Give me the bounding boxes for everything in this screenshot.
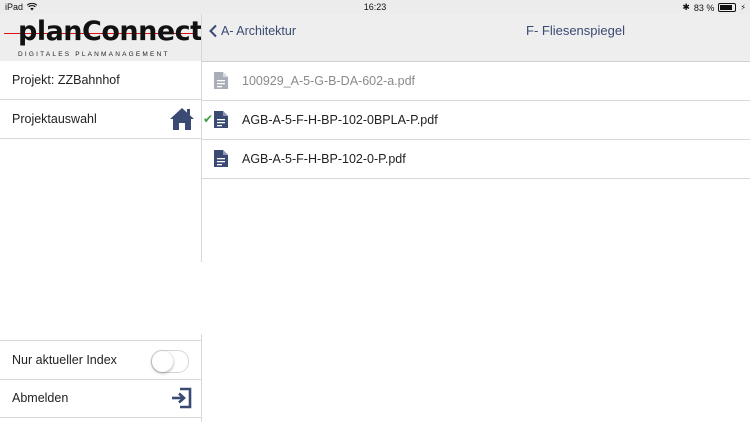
document-icon xyxy=(214,150,228,170)
project-row: Projekt: ZZBahnhof xyxy=(0,61,201,100)
current-index-label: Nur aktueller Index xyxy=(12,353,117,367)
file-row[interactable]: AGB-A-5-F-H-BP-102-0-P.pdf xyxy=(202,140,750,179)
file-row[interactable]: 100929_A-5-G-B-DA-602-a.pdf xyxy=(202,62,750,101)
file-row[interactable]: ✔ AGB-A-5-F-H-BP-102-0BPLA-P.pdf xyxy=(202,101,750,140)
clock: 16:23 xyxy=(363,2,387,12)
status-right: ✱ 83 % ⚡ xyxy=(682,2,746,13)
back-label: A- Architektur xyxy=(221,24,297,38)
battery-fill xyxy=(720,5,732,10)
current-index-toggle[interactable] xyxy=(151,350,189,373)
bluetooth-icon: ✱ xyxy=(682,2,690,12)
logo-brand: planConnect xyxy=(18,16,203,47)
logo-tagline: DIGITALES PLANMANAGEMENT xyxy=(18,51,170,58)
battery-percent: 83 % xyxy=(693,2,715,13)
toggle-knob xyxy=(152,351,173,372)
logout-row[interactable]: Abmelden xyxy=(0,379,201,418)
file-name: 100929_A-5-G-B-DA-602-a.pdf xyxy=(242,74,416,88)
chevron-left-icon xyxy=(209,24,217,38)
logout-label: Abmelden xyxy=(12,391,69,405)
document-icon xyxy=(214,72,228,92)
sidebar-divider-lower xyxy=(201,334,202,422)
project-select-row[interactable]: Projektauswahl xyxy=(0,100,201,139)
battery-icon xyxy=(718,3,737,12)
back-button[interactable]: A- Architektur xyxy=(208,24,296,38)
navbar: A- Architektur F- Fliesenspiegel xyxy=(202,14,750,62)
home-icon[interactable] xyxy=(169,106,195,135)
page-title: F- Fliesenspiegel xyxy=(526,23,625,38)
document-icon xyxy=(214,111,228,131)
project-label: Projekt: ZZBahnhof xyxy=(12,73,120,87)
charging-icon: ⚡ xyxy=(740,3,746,12)
file-name: AGB-A-5-F-H-BP-102-0-P.pdf xyxy=(242,152,406,166)
checkmark-icon: ✔ xyxy=(203,112,214,126)
status-bar: iPad 16:23 ✱ 83 % ⚡ xyxy=(0,0,750,14)
sidebar: planConnect DIGITALES PLANMANAGEMENT Pro… xyxy=(0,14,203,422)
logo: planConnect DIGITALES PLANMANAGEMENT xyxy=(0,14,203,61)
file-name: AGB-A-5-F-H-BP-102-0BPLA-P.pdf xyxy=(242,113,438,127)
current-index-row: Nur aktueller Index xyxy=(0,340,201,380)
project-select-label: Projektauswahl xyxy=(12,112,97,126)
logout-icon[interactable] xyxy=(169,385,195,414)
